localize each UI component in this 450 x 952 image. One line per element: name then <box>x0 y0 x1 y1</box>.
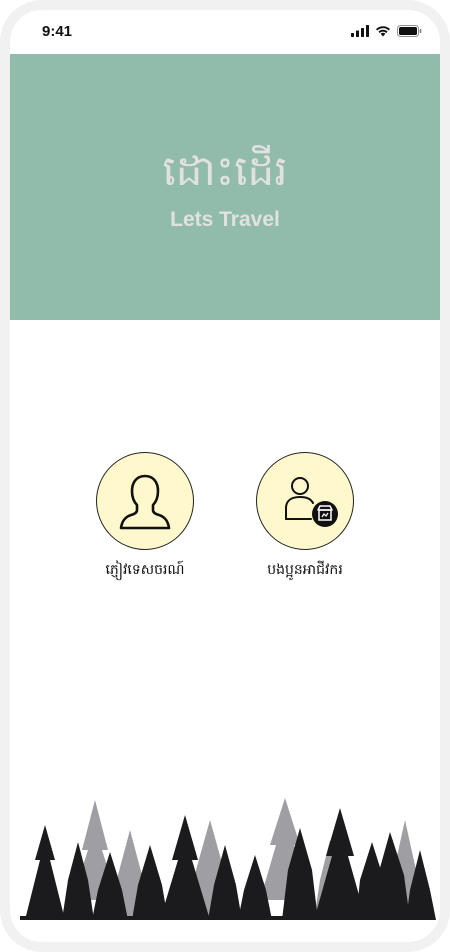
foreground-trees <box>20 808 436 920</box>
vendor-role-label: បងប្អូនអាជីវករ <box>267 562 343 578</box>
status-bar: 9:41 <box>10 10 440 54</box>
tourist-role-button[interactable]: ភ្ញៀវទេសចរណ៍ <box>75 452 215 581</box>
wifi-icon <box>376 26 390 37</box>
hero-banner: ដោះដើរ Lets Travel <box>10 54 440 320</box>
app-title-khmer: ដោះដើរ <box>162 146 288 195</box>
phone-frame: 9:41 ដោះដើរ Lets Travel ភ្ញៀវទេសចរណ៍ បងប… <box>0 0 450 952</box>
app-title-english: Lets Travel <box>170 208 280 231</box>
vendor-role-button[interactable]: បងប្អូនអាជីវករ <box>235 452 375 581</box>
cellular-signal-icon <box>351 25 369 37</box>
vendor-avatar-circle[interactable] <box>256 452 354 550</box>
person-silhouette-icon <box>119 474 171 530</box>
person-with-shop-icon <box>285 477 338 527</box>
status-time: 9:41 <box>42 23 73 40</box>
tourist-role-label: ភ្ញៀវទេសចរណ៍ <box>105 562 185 578</box>
tourist-avatar-circle[interactable] <box>96 452 194 550</box>
status-icons <box>351 25 422 37</box>
pine-forest-illustration <box>20 798 436 920</box>
battery-icon <box>397 25 422 37</box>
